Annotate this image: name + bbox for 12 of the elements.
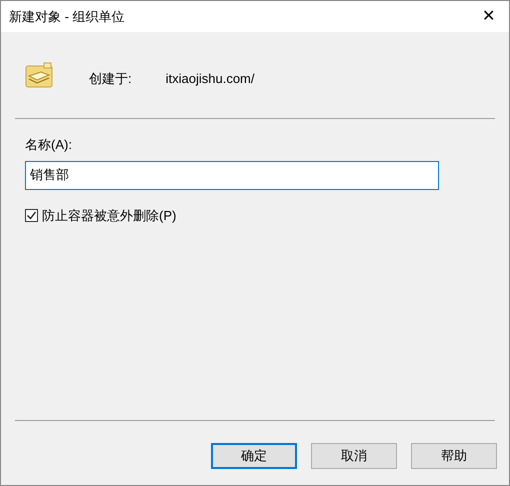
dialog-button[interactable]: 取消	[311, 443, 397, 469]
close-button[interactable]: ✕	[478, 4, 499, 28]
created-in-label: 创建于:	[89, 70, 132, 88]
protect-label: 防止容器被意外删除(P)	[42, 206, 176, 225]
window-title: 新建对象 - 组织单位	[9, 8, 125, 26]
folder-icon	[25, 62, 53, 88]
checkbox[interactable]	[25, 208, 38, 222]
created-in-value: itxiaojishu.com/	[166, 70, 254, 88]
dialog-button[interactable]: 帮助	[411, 443, 497, 469]
name-field[interactable]: 销售部	[25, 160, 439, 190]
name-label: 名称(A):	[25, 136, 73, 154]
dialog-button[interactable]: 确定	[211, 443, 297, 469]
